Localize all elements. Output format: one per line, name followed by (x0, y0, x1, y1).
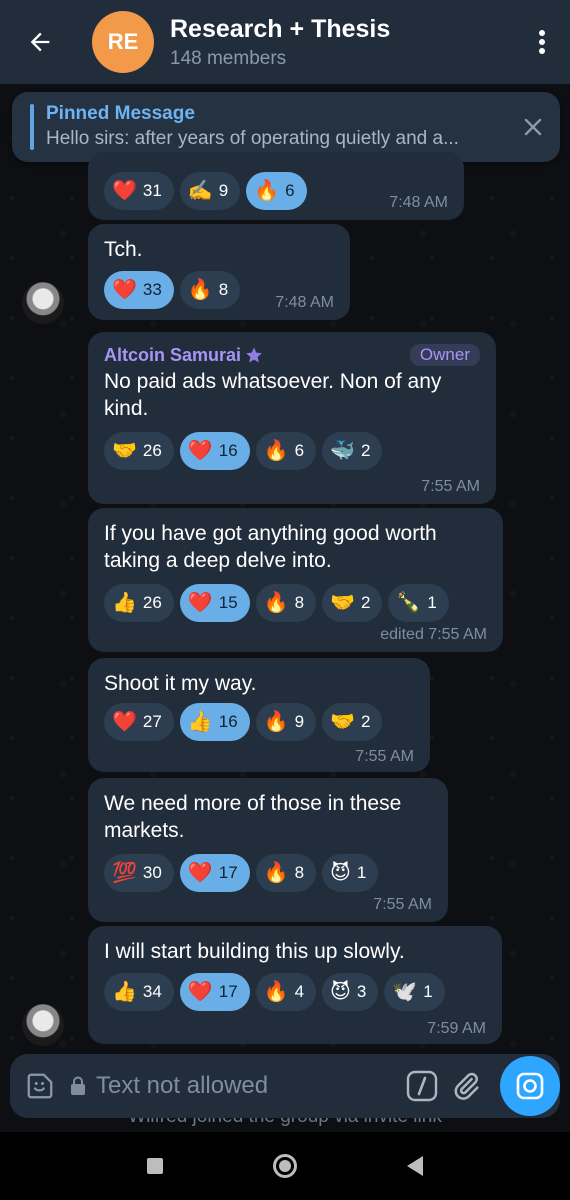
reaction-chip[interactable]: ✍️ 9 (179, 172, 241, 210)
group-avatar[interactable]: RE (92, 11, 154, 73)
message-bubble[interactable]: We need more of those in these markets. … (88, 778, 448, 922)
reaction-chip[interactable]: 🤝 2 (322, 703, 383, 741)
chat-title: Research + Thesis (170, 15, 391, 43)
message-time: 7:48 AM (275, 294, 334, 311)
attach-button[interactable] (444, 1054, 488, 1118)
reaction-chip[interactable]: 🔥 9 (255, 703, 317, 741)
reaction-row: 👍 26 ❤️ 15 🔥 8 🤝 2 🍾 1 (104, 584, 487, 622)
chat-screen: RE Research + Thesis 148 members Pinned … (0, 0, 570, 1200)
sender-name: Altcoin Samurai (104, 344, 242, 365)
close-icon (524, 118, 542, 136)
reaction-chip-selected[interactable]: ❤️ 33 (104, 271, 174, 309)
reaction-chip[interactable]: 😈 1 (322, 854, 379, 892)
back-button[interactable] (0, 0, 80, 84)
message-time: 7:55 AM (355, 748, 414, 765)
message-time: 7:55 AM (373, 896, 432, 913)
message-time: 7:59 AM (427, 1020, 486, 1037)
reaction-chip[interactable]: 👍 26 (104, 584, 174, 622)
reaction-chip[interactable]: 🍾 1 (388, 584, 449, 622)
sticker-icon (27, 1073, 53, 1099)
user-avatar[interactable] (22, 1004, 64, 1046)
star-icon (246, 347, 262, 363)
message-time: 7:48 AM (389, 194, 448, 211)
bot-commands-button[interactable] (400, 1054, 444, 1118)
lock-icon (71, 1076, 85, 1095)
message-text: Shoot it my way. (104, 672, 257, 695)
message-bubble[interactable]: Shoot it my way. ❤️ 27 👍 16 🔥 9 🤝 2 7:55 AM (88, 658, 430, 772)
message-bubble[interactable]: Tch. ❤️ 33 🔥 8 7:48 AM (88, 224, 350, 320)
reaction-chip[interactable]: 😈 3 (322, 973, 379, 1011)
reaction-chip[interactable]: 🤝 26 (104, 432, 174, 470)
reaction-chip-selected[interactable]: ❤️ 17 (179, 854, 250, 892)
reaction-chip-selected[interactable]: ❤️ 15 (179, 584, 250, 622)
arrow-left-icon (30, 32, 50, 52)
message-text: If you have got anything good worth taki… (104, 522, 437, 572)
system-nav-bar (0, 1132, 570, 1200)
reaction-chip-selected[interactable]: 🔥 6 (246, 172, 307, 210)
reaction-chip-selected[interactable]: ❤️ 16 (179, 432, 250, 470)
chat-title-area[interactable]: Research + Thesis 148 members (170, 14, 514, 70)
pinned-content: Pinned Message Hello sirs: after years o… (46, 102, 506, 152)
message-bubble[interactable]: I will start building this up slowly. 👍 3… (88, 926, 502, 1044)
paperclip-icon (454, 1072, 479, 1100)
more-vertical-icon (539, 30, 545, 54)
reaction-row: ❤️ 27 👍 16 🔥 9 🤝 2 (104, 703, 414, 741)
reaction-row: 👍 34 ❤️ 17 🔥 4 😈 3 🕊️ 1 (104, 973, 486, 1011)
member-count: 148 members (170, 48, 287, 69)
reaction-chip[interactable]: 🔥 8 (255, 584, 317, 622)
reaction-row: 💯 30 ❤️ 17 🔥 8 😈 1 (104, 854, 432, 892)
reaction-chip[interactable]: 💯 30 (104, 854, 174, 892)
chat-header: RE Research + Thesis 148 members (0, 0, 570, 84)
pinned-title: Pinned Message (46, 103, 195, 124)
reaction-chip[interactable]: 👍 34 (104, 973, 174, 1011)
home-button[interactable] (273, 1154, 297, 1178)
pinned-preview: Hello sirs: after years of operating qui… (46, 128, 459, 149)
system-back-button[interactable] (407, 1156, 423, 1176)
reaction-chip[interactable]: 🔥 4 (255, 973, 317, 1011)
message-text: We need more of those in these markets. (104, 792, 402, 842)
message-bubble[interactable]: ❤️ 31 ✍️ 9 🔥 6 7:48 AM (88, 152, 464, 220)
message-bubble[interactable]: Altcoin Samurai Owner No paid ads whatso… (88, 332, 496, 504)
reaction-chip[interactable]: 🐳 2 (322, 432, 383, 470)
user-avatar[interactable] (22, 282, 64, 324)
message-input[interactable]: Text not allowed (70, 1072, 400, 1100)
input-placeholder: Text not allowed (96, 1072, 269, 1099)
reaction-chip[interactable]: ❤️ 31 (104, 172, 174, 210)
reaction-chip[interactable]: 🤝 2 (322, 584, 383, 622)
reaction-chip[interactable]: ❤️ 27 (104, 703, 174, 741)
reaction-chip-selected[interactable]: ❤️ 17 (179, 973, 250, 1011)
message-input-bar: Text not allowed (10, 1054, 560, 1118)
close-pinned-button[interactable] (506, 92, 560, 162)
pinned-indicator (30, 104, 34, 150)
owner-badge: Owner (409, 344, 480, 366)
reaction-chip[interactable]: 🕊️ 1 (384, 973, 445, 1011)
reaction-chip[interactable]: 🔥 8 (255, 854, 317, 892)
message-bubble[interactable]: If you have got anything good worth taki… (88, 508, 503, 652)
more-menu-button[interactable] (514, 0, 570, 84)
reaction-chip[interactable]: 🔥 8 (179, 271, 241, 309)
slash-command-icon (406, 1070, 438, 1102)
message-time: 7:55 AM (421, 478, 480, 495)
message-text: I will start building this up slowly. (104, 940, 405, 963)
sticker-button[interactable] (10, 1054, 70, 1118)
message-text: Tch. (104, 238, 143, 261)
camera-icon (516, 1072, 544, 1100)
message-time: edited 7:55 AM (380, 626, 487, 643)
reaction-chip[interactable]: 🔥 6 (255, 432, 317, 470)
home-dot (279, 1160, 291, 1172)
sender-row: Altcoin Samurai Owner (104, 344, 480, 366)
camera-button[interactable] (500, 1056, 560, 1116)
sender-name-wrap[interactable]: Altcoin Samurai (104, 345, 263, 366)
reaction-row: 🤝 26 ❤️ 16 🔥 6 🐳 2 (104, 432, 480, 470)
reaction-chip-selected[interactable]: 👍 16 (179, 703, 250, 741)
message-text: No paid ads whatsoever. Non of any kind. (104, 370, 442, 420)
recents-button[interactable] (147, 1158, 163, 1174)
